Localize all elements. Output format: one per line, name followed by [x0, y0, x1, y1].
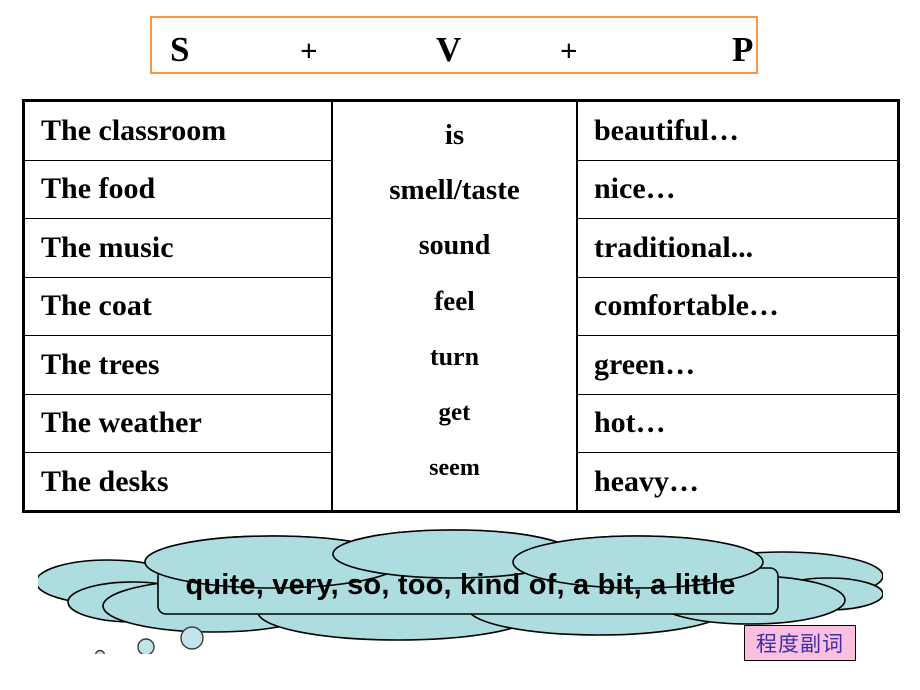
table-row: The food	[25, 161, 331, 219]
list-item: seem	[429, 455, 480, 481]
sentence-pattern-table: The classroom The food The music The coa…	[22, 99, 900, 513]
table-row: The weather	[25, 395, 331, 453]
subject-column: The classroom The food The music The coa…	[25, 102, 331, 510]
list-item: is	[444, 119, 465, 151]
thought-bubbles-icon	[94, 626, 204, 654]
table-row: beautiful…	[578, 102, 897, 161]
table-row: The classroom	[25, 102, 331, 161]
table-row: The coat	[25, 278, 331, 336]
adverb-list-text: quite, very, so, too, kind of, a bit, a …	[185, 569, 736, 601]
list-item: smell/taste	[389, 174, 520, 206]
pattern-plus-sign-1: +	[300, 33, 318, 68]
sentence-pattern-box: S + V + P	[150, 16, 758, 74]
degree-adverb-label: 程度副词	[744, 625, 856, 661]
pattern-predicate-symbol: P	[732, 30, 754, 69]
table-row: The trees	[25, 336, 331, 395]
predicate-column: beautiful… nice… traditional... comforta…	[578, 102, 897, 510]
list-item: sound	[418, 230, 491, 261]
table-row: hot…	[578, 395, 897, 453]
verb-list: is smell/taste sound feel turn get seem	[333, 102, 576, 510]
table-row: nice…	[578, 161, 897, 219]
pattern-subject-symbol: S	[170, 30, 190, 69]
table-row: heavy…	[594, 465, 699, 499]
table-row: traditional...	[578, 219, 897, 278]
list-item: get	[438, 399, 471, 426]
table-row: comfortable…	[578, 278, 897, 336]
list-item: feel	[434, 286, 475, 316]
table-row: green…	[578, 336, 897, 395]
table-row: The desks	[41, 465, 169, 499]
table-row: The music	[25, 219, 331, 278]
pattern-verb-symbol: V	[436, 30, 462, 69]
list-item: turn	[429, 342, 480, 371]
degree-adverb-label-text: 程度副词	[756, 632, 844, 656]
pattern-plus-sign-2: +	[560, 33, 578, 68]
verb-column: is smell/taste sound feel turn get seem	[331, 102, 578, 510]
